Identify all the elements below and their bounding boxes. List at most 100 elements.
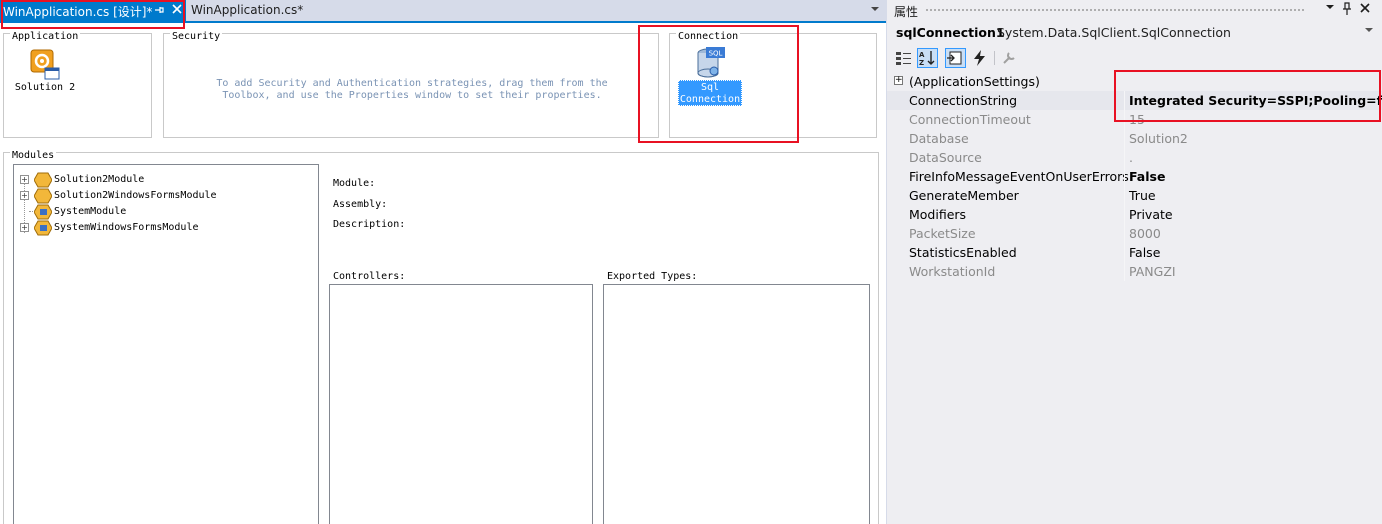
group-title: Connection [676, 31, 741, 42]
security-hint-text: To add Security and Authentication strat… [216, 78, 608, 101]
property-value[interactable]: Solution2 [1129, 131, 1188, 146]
solution-label: Solution 2 [14, 82, 76, 93]
tab-winapplication-design[interactable]: WinApplication.cs [设计]* [0, 0, 186, 21]
property-divider [1124, 110, 1125, 129]
group-title: Modules [10, 150, 57, 161]
property-row-packetsize[interactable]: PacketSize 8000 [887, 224, 1382, 243]
property-value[interactable]: Private [1129, 207, 1173, 222]
tree-node-label: Solution2Module [54, 174, 145, 185]
chevron-down-icon[interactable] [1323, 2, 1337, 18]
expand-icon[interactable]: + [20, 223, 29, 232]
module-icon [34, 204, 52, 220]
module-label: Module: [333, 178, 376, 189]
property-name: Database [909, 131, 969, 146]
solution-item[interactable]: Solution 2 [12, 46, 78, 96]
property-row-generatemember[interactable]: GenerateMember True [887, 186, 1382, 205]
property-row-statisticsenabled[interactable]: StatisticsEnabled False [887, 243, 1382, 262]
property-row-fireinfomessageeventonusererrors[interactable]: FireInfoMessageEventOnUserErrors False [887, 167, 1382, 186]
module-icon [34, 220, 52, 236]
property-name: ConnectionString [909, 93, 1018, 108]
property-divider [1124, 129, 1125, 148]
property-row-connectiontimeout[interactable]: ConnectionTimeout 15 [887, 110, 1382, 129]
tree-node[interactable]: + SystemWindowsFormsModule [20, 220, 310, 236]
property-row-datasource[interactable]: DataSource . [887, 148, 1382, 167]
tree-node-label: SystemModule [54, 206, 127, 217]
property-value[interactable]: False [1129, 245, 1160, 260]
property-value[interactable]: 8000 [1129, 226, 1161, 241]
assembly-label: Assembly: [333, 199, 388, 210]
object-type: System.Data.SqlClient.SqlConnection [997, 25, 1231, 40]
object-name: sqlConnection1 [896, 25, 1005, 40]
properties-titlebar: 属性 [887, 0, 1382, 20]
toolbar-separator [994, 51, 995, 65]
tab-label: WinApplication.cs* [191, 3, 304, 17]
property-category[interactable]: + (ApplicationSettings) [887, 72, 1382, 91]
tab-winapplication-code[interactable]: WinApplication.cs* [187, 0, 317, 21]
svg-text:Z: Z [919, 59, 924, 67]
document-tab-strip: WinApplication.cs [设计]* WinApplication.c… [0, 0, 886, 23]
expand-icon[interactable]: + [20, 175, 29, 184]
expand-icon[interactable]: + [894, 76, 903, 85]
property-value[interactable]: PANGZI [1129, 264, 1176, 279]
expand-icon[interactable]: + [20, 191, 29, 200]
description-label: Description: [333, 219, 406, 230]
close-icon[interactable] [170, 2, 184, 18]
pin-icon[interactable] [153, 3, 165, 17]
property-name: DataSource [909, 150, 982, 165]
properties-icon[interactable] [945, 48, 966, 68]
sql-icon-text: SQL [709, 50, 723, 58]
tree-node[interactable]: + Solution2Module [20, 172, 310, 188]
group-title: Security [170, 31, 223, 42]
property-value[interactable]: 15 [1129, 112, 1145, 127]
group-title: Application [10, 31, 81, 42]
property-row-workstationid[interactable]: WorkstationId PANGZI [887, 262, 1382, 281]
property-name: StatisticsEnabled [909, 245, 1017, 260]
titlebar-grip[interactable] [925, 8, 1305, 13]
property-value[interactable]: False [1129, 169, 1165, 184]
property-divider [1124, 205, 1125, 224]
modules-tree[interactable]: + Solution2Module + Solution2WindowsForm… [13, 164, 319, 524]
security-group: Security To add Security and Authenticat… [163, 31, 659, 138]
categorized-icon[interactable] [893, 48, 914, 68]
property-row-database[interactable]: Database Solution2 [887, 129, 1382, 148]
sql-connection-item[interactable]: SQL Sql Connection [678, 45, 742, 109]
chevron-down-icon[interactable] [1365, 26, 1373, 36]
property-divider [1124, 262, 1125, 281]
properties-toolbar: AZ [887, 46, 1382, 70]
property-row-modifiers[interactable]: Modifiers Private [887, 205, 1382, 224]
property-grid: + (ApplicationSettings) ConnectionString… [887, 72, 1382, 524]
property-value[interactable]: . [1129, 150, 1133, 165]
exported-types-label: Exported Types: [607, 271, 698, 282]
property-divider [1124, 186, 1125, 205]
tree-node[interactable]: + Solution2WindowsFormsModule [20, 188, 310, 204]
property-name: ConnectionTimeout [909, 112, 1031, 127]
modules-group: Modules + Solution2Module + Solution2Win… [3, 150, 879, 524]
object-selector[interactable]: sqlConnection1 System.Data.SqlClient.Sql… [887, 21, 1382, 43]
tree-node-label: SystemWindowsFormsModule [54, 222, 199, 233]
property-divider [1124, 148, 1125, 167]
property-row-connectionstring[interactable]: ConnectionString Integrated Security=SSP… [887, 91, 1382, 110]
events-icon[interactable] [969, 48, 990, 68]
module-icon [34, 188, 52, 204]
properties-title: 属性 [894, 5, 919, 19]
controllers-list[interactable] [329, 284, 593, 524]
property-value[interactable]: True [1129, 188, 1156, 203]
property-name: FireInfoMessageEventOnUserErrors [909, 169, 1129, 184]
pin-icon[interactable] [1340, 2, 1354, 18]
svg-text:A: A [919, 51, 925, 59]
property-name: Modifiers [909, 207, 967, 222]
chevron-down-icon[interactable] [868, 4, 882, 18]
sql-database-icon: SQL [697, 47, 725, 78]
alphabetical-icon[interactable]: AZ [917, 48, 938, 68]
property-value[interactable]: Integrated Security=SSPI;Pooling=false; [1129, 93, 1382, 108]
exported-types-list[interactable] [603, 284, 870, 524]
property-pages-icon[interactable] [999, 48, 1020, 68]
application-group: Application Solution 2 [3, 31, 152, 138]
controllers-label: Controllers: [333, 271, 406, 282]
connection-group: Connection SQL Sql Connection [669, 31, 877, 138]
solution-icon [30, 49, 60, 80]
close-icon[interactable] [1358, 2, 1372, 18]
sql-connection-label: Sql Connection [678, 80, 742, 106]
module-icon [34, 172, 52, 188]
tree-node[interactable]: SystemModule [20, 204, 310, 220]
